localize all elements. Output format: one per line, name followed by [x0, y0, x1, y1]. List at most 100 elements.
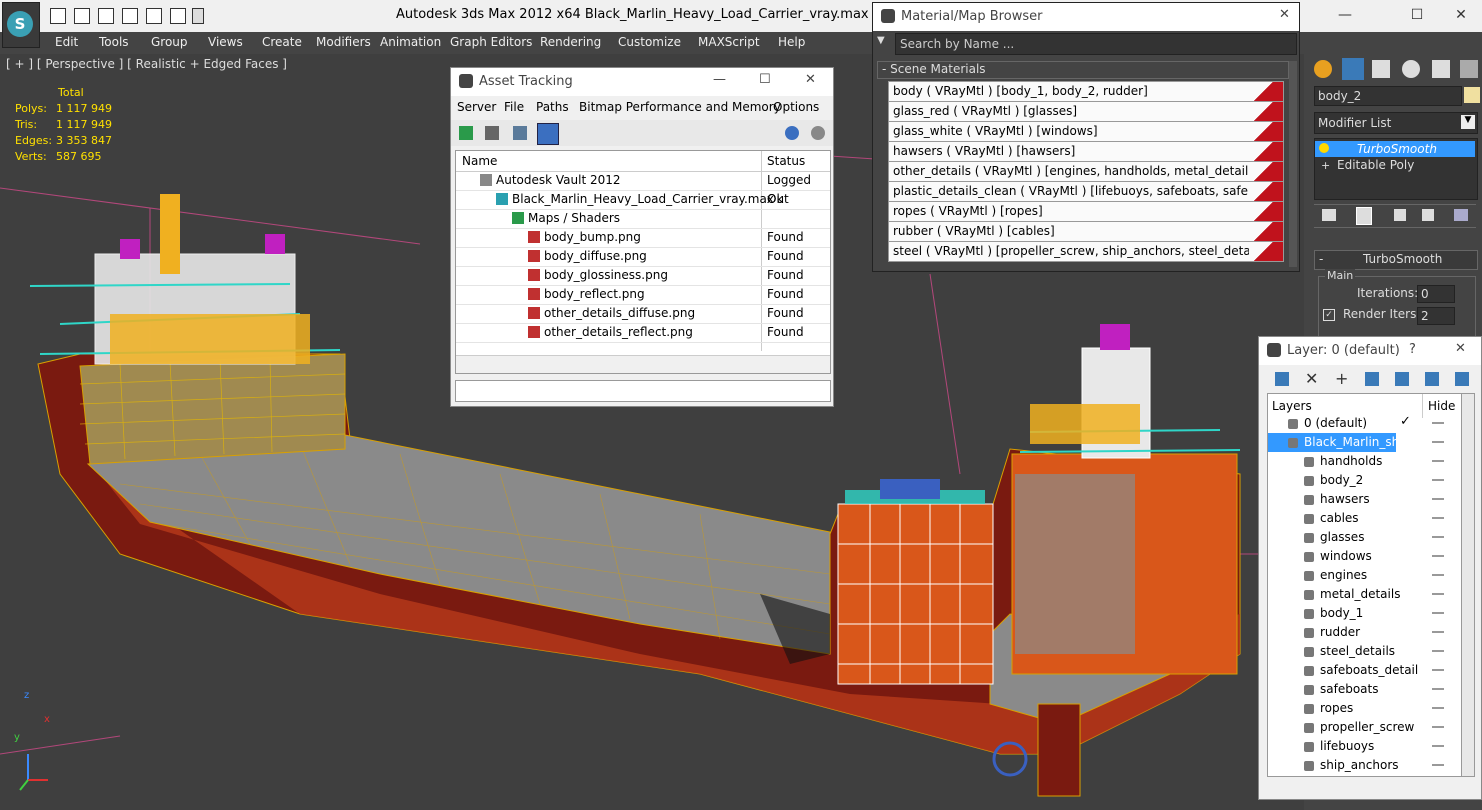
hide-all-layers-icon[interactable]	[1425, 372, 1439, 386]
material-row[interactable]: rubber ( VRayMtl ) [cables]	[888, 221, 1284, 242]
delete-layer-icon[interactable]: ✕	[1305, 369, 1318, 388]
asset-row[interactable]: body_diffuse.png Found	[456, 247, 830, 267]
layer-scrollbar[interactable]	[1461, 393, 1475, 777]
layer-close-button[interactable]: ✕	[1455, 341, 1466, 356]
turbosmooth-rollout-header[interactable]: - TurboSmooth	[1314, 250, 1478, 270]
bulb-icon[interactable]	[1319, 143, 1329, 153]
layer-hide-toggle[interactable]	[1432, 631, 1444, 633]
expand-icon[interactable]: +	[1321, 159, 1330, 172]
menu-create[interactable]: Create	[262, 35, 302, 49]
menu-animation[interactable]: Animation	[380, 35, 441, 49]
menu-maxscript[interactable]: MAXScript	[698, 35, 760, 49]
asset-minimize-button[interactable]: —	[713, 72, 726, 87]
asset-row[interactable]: body_reflect.png Found	[456, 285, 830, 305]
layer-row[interactable]: Black_Marlin_ship	[1268, 433, 1410, 452]
material-row[interactable]: glass_white ( VRayMtl ) [windows]	[888, 121, 1284, 142]
material-search-input[interactable]: Search by Name ...	[895, 33, 1297, 55]
maximize-button[interactable]: ☐	[1402, 4, 1432, 26]
app-logo-icon[interactable]: S	[2, 2, 40, 48]
layer-row[interactable]: windows	[1268, 547, 1448, 566]
asset-close-button[interactable]: ✕	[805, 72, 816, 87]
minimize-button[interactable]: —	[1330, 4, 1360, 26]
asset-menu-options[interactable]: Options	[773, 100, 819, 114]
menu-edit[interactable]: Edit	[55, 35, 78, 49]
asset-row[interactable]: other_details_reflect.png Found	[456, 323, 830, 343]
iterations-spinner[interactable]: 0	[1417, 285, 1455, 303]
menu-help[interactable]: Help	[778, 35, 805, 49]
menu-tools[interactable]: Tools	[99, 35, 129, 49]
make-unique-icon[interactable]	[1394, 209, 1406, 221]
list-view-icon[interactable]	[485, 126, 499, 140]
close-button[interactable]: ✕	[1446, 4, 1476, 26]
highlight-layer-icon[interactable]	[1395, 372, 1409, 386]
layer-row[interactable]: ship_anchors	[1268, 756, 1448, 775]
asset-menu-paths[interactable]: Paths	[536, 100, 569, 114]
layer-help-button[interactable]: ?	[1409, 342, 1416, 357]
layer-hide-toggle[interactable]	[1432, 688, 1444, 690]
layer-hide-toggle[interactable]	[1432, 441, 1444, 443]
modify-tab-icon[interactable]	[1342, 58, 1364, 80]
layer-hide-toggle[interactable]	[1432, 612, 1444, 614]
asset-path-field[interactable]	[455, 380, 831, 402]
material-row[interactable]: other_details ( VRayMtl ) [engines, hand…	[888, 161, 1284, 182]
layer-hide-toggle[interactable]	[1432, 517, 1444, 519]
object-color-swatch[interactable]	[1464, 87, 1480, 103]
select-in-layer-icon[interactable]	[1365, 372, 1379, 386]
material-row[interactable]: ropes ( VRayMtl ) [ropes]	[888, 201, 1284, 222]
asset-menu-file[interactable]: File	[504, 100, 524, 114]
layer-row[interactable]: rudder	[1268, 623, 1448, 642]
scene-materials-header[interactable]: - Scene Materials	[877, 61, 1289, 79]
layer-hide-toggle[interactable]	[1432, 460, 1444, 462]
layer-hide-toggle[interactable]	[1432, 536, 1444, 538]
stack-item-turbosmooth[interactable]: TurboSmooth	[1315, 141, 1475, 157]
layer-hide-toggle[interactable]	[1432, 707, 1444, 709]
layer-hide-toggle[interactable]	[1432, 422, 1444, 424]
hide-column-header[interactable]: Hide	[1428, 399, 1455, 413]
asset-row[interactable]: Maps / Shaders	[456, 209, 830, 229]
configure-modifier-sets-icon[interactable]	[1454, 209, 1468, 221]
layer-row[interactable]: engines	[1268, 566, 1448, 585]
quick-access-dropdown-icon[interactable]	[192, 8, 204, 24]
display-tab-icon[interactable]	[1432, 60, 1450, 78]
menu-rendering[interactable]: Rendering	[540, 35, 601, 49]
asset-maximize-button[interactable]: ☐	[759, 72, 771, 87]
asset-row[interactable]: Autodesk Vault 2012 Logged Out	[456, 171, 830, 206]
thumbnail-view-icon[interactable]	[513, 126, 527, 140]
remove-modifier-icon[interactable]	[1422, 209, 1434, 221]
material-row[interactable]: steel ( VRayMtl ) [propeller_screw, ship…	[888, 241, 1284, 262]
render-iters-spinner[interactable]: 2	[1417, 307, 1455, 325]
material-row[interactable]: hawsers ( VRayMtl ) [hawsers]	[888, 141, 1284, 162]
material-browser-scrollbar[interactable]	[1289, 61, 1297, 267]
render-iters-checkbox[interactable]: ✓	[1323, 309, 1335, 321]
layer-row[interactable]: safeboats	[1268, 680, 1448, 699]
layer-row[interactable]: body_1	[1268, 604, 1448, 623]
browser-options-icon[interactable]: ▼	[877, 35, 887, 46]
undo-icon[interactable]	[98, 8, 114, 24]
material-row[interactable]: body ( VRayMtl ) [body_1, body_2, rudder…	[888, 81, 1284, 102]
menu-modifiers[interactable]: Modifiers	[316, 35, 371, 49]
asset-menu-bitmap[interactable]: Bitmap Performance and Memory	[579, 100, 781, 114]
object-name-field[interactable]: body_2	[1314, 86, 1462, 106]
asset-col-name[interactable]: Name	[462, 154, 497, 168]
layer-row[interactable]: steel_details	[1268, 642, 1448, 661]
fetch-icon[interactable]	[170, 8, 186, 24]
create-tab-icon[interactable]	[1314, 60, 1332, 78]
material-row[interactable]: plastic_details_clean ( VRayMtl ) [lifeb…	[888, 181, 1284, 202]
layer-row[interactable]: cables	[1268, 509, 1448, 528]
asset-row[interactable]: other_details_diffuse.png Found	[456, 304, 830, 324]
layer-row[interactable]: safeboats_detail	[1268, 661, 1448, 680]
layer-hide-toggle[interactable]	[1432, 498, 1444, 500]
material-row[interactable]: glass_red ( VRayMtl ) [glasses]	[888, 101, 1284, 122]
menu-group[interactable]: Group	[151, 35, 188, 49]
refresh-icon[interactable]	[459, 126, 473, 140]
freeze-all-layers-icon[interactable]	[1455, 372, 1469, 386]
pin-stack-icon[interactable]	[1322, 209, 1336, 221]
utilities-tab-icon[interactable]	[1460, 60, 1478, 78]
create-layer-icon[interactable]	[1275, 372, 1289, 386]
layer-hide-toggle[interactable]	[1432, 650, 1444, 652]
material-browser-close-button[interactable]: ✕	[1279, 7, 1290, 22]
asset-hscrollbar[interactable]	[456, 355, 830, 373]
asset-menu-server[interactable]: Server	[457, 100, 496, 114]
menu-graph-editors[interactable]: Graph Editors	[450, 35, 532, 49]
hierarchy-tab-icon[interactable]	[1372, 60, 1390, 78]
